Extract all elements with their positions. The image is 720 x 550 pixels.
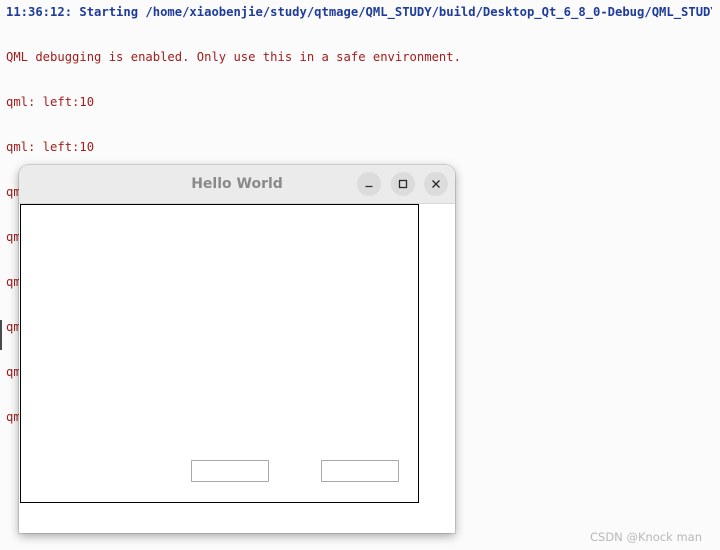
right-button[interactable] (321, 460, 399, 482)
log-line: QML debugging is enabled. Only use this … (6, 50, 461, 64)
maximize-button[interactable] (391, 172, 415, 196)
log-line: qml: left:10 (6, 95, 95, 109)
bordered-rectangle (20, 204, 419, 503)
console-gutter-marker (0, 320, 2, 350)
close-button[interactable] (424, 172, 448, 196)
minimize-icon (364, 179, 374, 189)
hello-world-window[interactable]: Hello World (19, 165, 455, 533)
window-content (19, 204, 455, 533)
run-start-line: 11:36:12: Starting /home/xiaobenjie/stud… (6, 5, 712, 19)
log-line: qml: left:10 (6, 140, 95, 154)
left-button[interactable] (191, 460, 269, 482)
minimize-button[interactable] (357, 172, 381, 196)
window-titlebar[interactable]: Hello World (19, 165, 455, 204)
close-icon (431, 179, 441, 189)
watermark: CSDN @Knock man (590, 530, 702, 544)
window-title: Hello World (191, 176, 283, 192)
maximize-icon (398, 179, 408, 189)
